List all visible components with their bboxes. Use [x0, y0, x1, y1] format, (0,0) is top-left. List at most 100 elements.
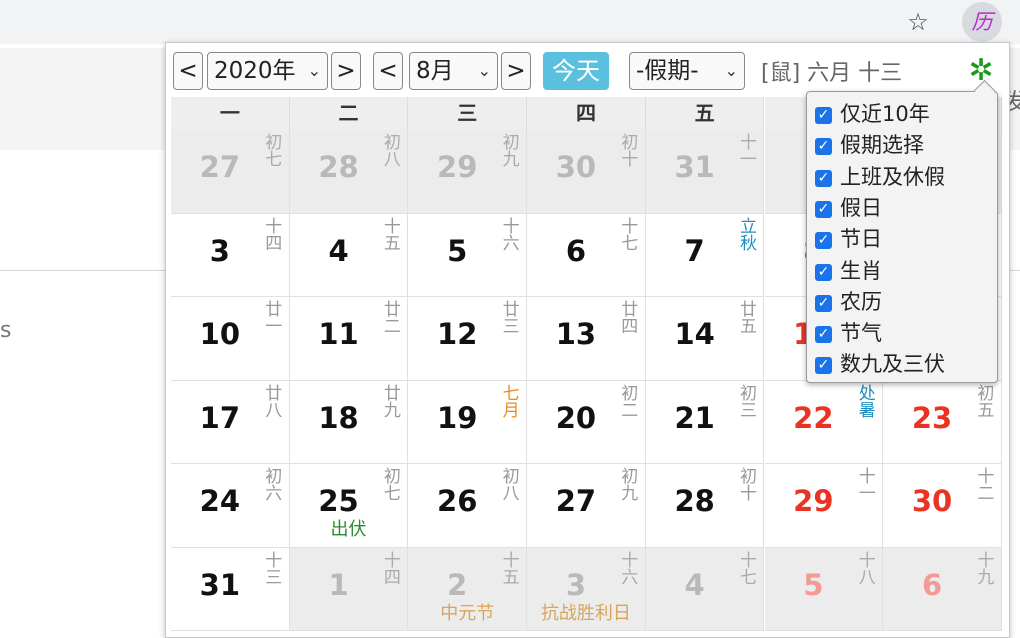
calendar-day-cell[interactable]: 12 廿三 — [408, 297, 528, 381]
day-number: 13 — [555, 317, 597, 351]
settings-option[interactable]: ✓ 数九及三伏 — [815, 350, 945, 378]
calendar-day-cell[interactable]: 28 初八 — [289, 130, 409, 214]
checkbox-checked-icon[interactable]: ✓ — [815, 263, 832, 281]
solar-term-label: 立秋 — [739, 216, 757, 254]
checkbox-checked-icon[interactable]: ✓ — [815, 107, 832, 124]
lunar-day-label: 初六 — [265, 467, 283, 504]
day-number: 11 — [318, 317, 359, 351]
settings-option-label: 节日 — [840, 227, 882, 252]
calendar-day-cell[interactable]: 5 十六 — [408, 213, 528, 297]
calendar-day-cell[interactable]: 7 立秋 — [645, 213, 765, 297]
settings-option[interactable]: ✓ 仅近10年 — [815, 100, 930, 128]
calendar-day-cell[interactable]: 21 初三 — [645, 380, 765, 464]
lunar-day-label: 廿五 — [739, 300, 757, 337]
calendar-day-cell[interactable]: 26 初八 — [408, 464, 528, 548]
calendar-day-cell[interactable]: 5 十八 — [764, 547, 884, 631]
lunar-day-label: 十七 — [621, 216, 639, 254]
calendar-day-cell[interactable]: 1 十四 — [289, 547, 409, 631]
lunar-day-label: 初七 — [265, 133, 283, 170]
calendar-extension-icon: 历 — [971, 10, 993, 34]
lunar-day-label: 十一 — [858, 467, 876, 504]
bookmark-star-icon[interactable]: ☆ — [903, 7, 933, 37]
calendar-day-cell[interactable]: 6 十九 — [883, 547, 1002, 631]
calendar-day-cell[interactable]: 18 廿九 — [289, 380, 409, 464]
day-number: 27 — [555, 484, 597, 518]
lunar-day-label: 廿四 — [621, 300, 639, 337]
calendar-day-cell[interactable]: 20 初二 — [527, 380, 646, 464]
calendar-day-cell[interactable]: 11 廿二 — [289, 297, 409, 381]
settings-option-label: 节气 — [840, 321, 882, 346]
today-button[interactable]: 今天 — [543, 52, 609, 90]
calendar-day-cell[interactable]: 19 七月 — [408, 380, 528, 464]
day-number: 7 — [684, 233, 705, 268]
calendar-day-cell[interactable]: 27 初九 — [527, 464, 646, 548]
settings-option-label: 假日 — [840, 195, 882, 220]
checkbox-checked-icon[interactable]: ✓ — [815, 326, 832, 344]
checkbox-checked-icon[interactable]: ✓ — [815, 200, 832, 218]
settings-option[interactable]: ✓ 节气 — [815, 319, 882, 347]
calendar-day-cell[interactable]: 24 初六 — [171, 464, 290, 548]
calendar-day-cell[interactable]: 17 廿八 — [171, 380, 290, 464]
lunar-day-label: 十一 — [739, 133, 757, 170]
calendar-day-cell[interactable]: 27 初七 — [171, 130, 290, 214]
weekday-header-wed: 三 — [408, 97, 528, 130]
checkbox-checked-icon[interactable]: ✓ — [815, 357, 832, 375]
checkbox-checked-icon[interactable]: ✓ — [815, 232, 832, 250]
calendar-day-cell[interactable]: 4 十七 — [645, 547, 765, 631]
calendar-day-cell[interactable]: 30 十二 — [883, 464, 1002, 548]
chevron-down-icon: ⌄ — [724, 61, 738, 80]
calendar-day-cell[interactable]: 22 处暑 — [764, 380, 884, 464]
calendar-day-cell[interactable]: 25 初七 出伏 — [289, 464, 409, 548]
calendar-extension-button[interactable]: 历 — [962, 2, 1002, 42]
calendar-day-cell[interactable]: 29 初九 — [408, 130, 528, 214]
calendar-day-cell[interactable]: 30 初十 — [527, 130, 646, 214]
calendar-day-cell[interactable]: 29 十一 — [764, 464, 884, 548]
calendar-day-cell[interactable]: 2 十五 中元节 — [408, 547, 528, 631]
settings-option[interactable]: ✓ 节日 — [815, 225, 882, 253]
settings-option-label: 数九及三伏 — [840, 352, 945, 377]
calendar-day-cell[interactable]: 10 廿一 — [171, 297, 290, 381]
day-number: 31 — [674, 150, 715, 184]
day-number: 20 — [555, 400, 597, 435]
calendar-day-cell[interactable]: 23 初五 — [883, 380, 1002, 464]
checkbox-checked-icon[interactable]: ✓ — [815, 138, 832, 156]
calendar-day-cell[interactable]: 28 初十 — [645, 464, 765, 548]
lunar-day-label: 十五 — [383, 216, 401, 254]
day-number: 27 — [199, 150, 241, 184]
lunar-day-label: 十二 — [977, 467, 995, 504]
calendar-day-cell[interactable]: 3 十六 抗战胜利日 — [527, 547, 646, 631]
year-select[interactable]: 2020年 ⌄ — [207, 52, 328, 90]
day-number: 30 — [555, 150, 597, 184]
next-month-button[interactable]: > — [501, 52, 531, 90]
holiday-select[interactable]: -假期- ⌄ — [629, 52, 745, 90]
month-select[interactable]: 8月 ⌄ — [409, 52, 498, 90]
day-number: 3 — [565, 567, 587, 602]
prev-year-button[interactable]: < — [173, 52, 203, 90]
settings-option[interactable]: ✓ 上班及休假 — [815, 163, 945, 191]
festival-label: 中元节 — [440, 602, 495, 624]
day-number: 5 — [803, 567, 824, 602]
lunar-day-label: 廿一 — [265, 300, 283, 337]
next-year-button[interactable]: > — [331, 52, 361, 90]
settings-option[interactable]: ✓ 农历 — [815, 288, 882, 316]
settings-option[interactable]: ✓ 假期选择 — [815, 131, 924, 159]
lunar-day-label: 初二 — [621, 383, 639, 421]
day-number: 2 — [447, 567, 468, 602]
day-number: 4 — [684, 567, 705, 602]
checkbox-checked-icon[interactable]: ✓ — [815, 294, 832, 312]
checkbox-checked-icon[interactable]: ✓ — [815, 169, 832, 187]
prev-month-button[interactable]: < — [373, 52, 403, 90]
calendar-day-cell[interactable]: 6 十七 — [527, 213, 646, 297]
festival-label: 抗战胜利日 — [540, 602, 631, 624]
lunar-day-label: 初九 — [621, 467, 639, 504]
settings-option-label: 农历 — [840, 289, 882, 314]
calendar-day-cell[interactable]: 31 十一 — [645, 130, 765, 214]
settings-option[interactable]: ✓ 假日 — [815, 194, 882, 222]
calendar-day-cell[interactable]: 3 十四 — [171, 213, 290, 297]
calendar-day-cell[interactable]: 13 廿四 — [527, 297, 646, 381]
settings-option[interactable]: ✓ 生肖 — [815, 257, 882, 285]
calendar-day-cell[interactable]: 4 十五 — [289, 213, 409, 297]
calendar-day-cell[interactable]: 14 廿五 — [645, 297, 765, 381]
calendar-day-cell[interactable]: 31 十三 — [171, 547, 290, 631]
day-number: 17 — [199, 400, 241, 435]
